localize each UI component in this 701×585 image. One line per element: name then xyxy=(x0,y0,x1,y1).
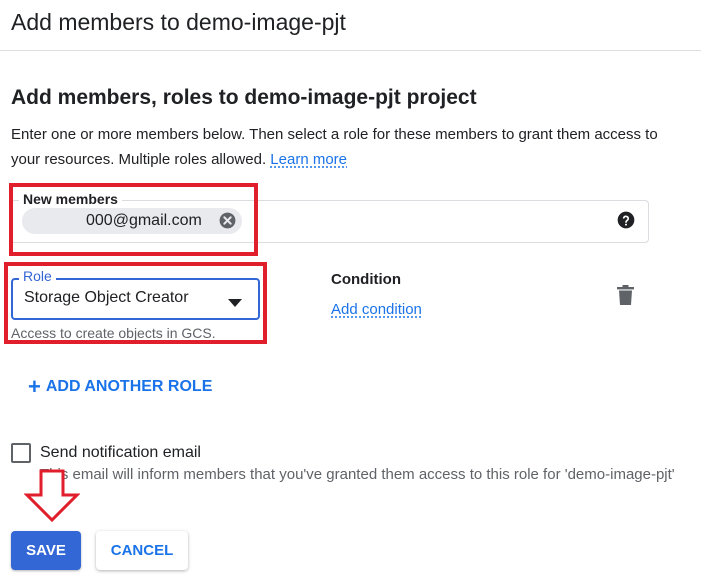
send-notification-checkbox[interactable] xyxy=(11,443,31,463)
trash-icon[interactable] xyxy=(616,285,635,306)
header-divider xyxy=(0,50,701,51)
notification-hint: This email will inform members that you'… xyxy=(40,466,675,483)
section-heading: Add members, roles to demo-image-pjt pro… xyxy=(11,86,477,109)
condition-label: Condition xyxy=(331,271,401,288)
dialog-title: Add members to demo-image-pjt xyxy=(11,9,346,35)
add-another-role-label: ADD ANOTHER ROLE xyxy=(45,378,213,395)
send-notification-label[interactable]: Send notification email xyxy=(40,443,201,463)
annotation-highlight-role xyxy=(4,262,267,344)
cancel-button[interactable]: CANCEL xyxy=(96,531,188,570)
annotation-highlight-members xyxy=(9,183,258,256)
add-condition-link[interactable]: Add condition xyxy=(331,301,422,319)
plus-icon: + xyxy=(28,374,41,399)
save-button[interactable]: SAVE xyxy=(11,531,81,570)
section-description: Enter one or more members below. Then se… xyxy=(11,122,671,172)
learn-more-link[interactable]: Learn more xyxy=(270,151,347,168)
add-another-role-button[interactable]: + ADD ANOTHER ROLE xyxy=(28,376,212,398)
help-circle-icon[interactable] xyxy=(616,210,636,230)
annotation-down-arrow-icon xyxy=(23,469,81,523)
